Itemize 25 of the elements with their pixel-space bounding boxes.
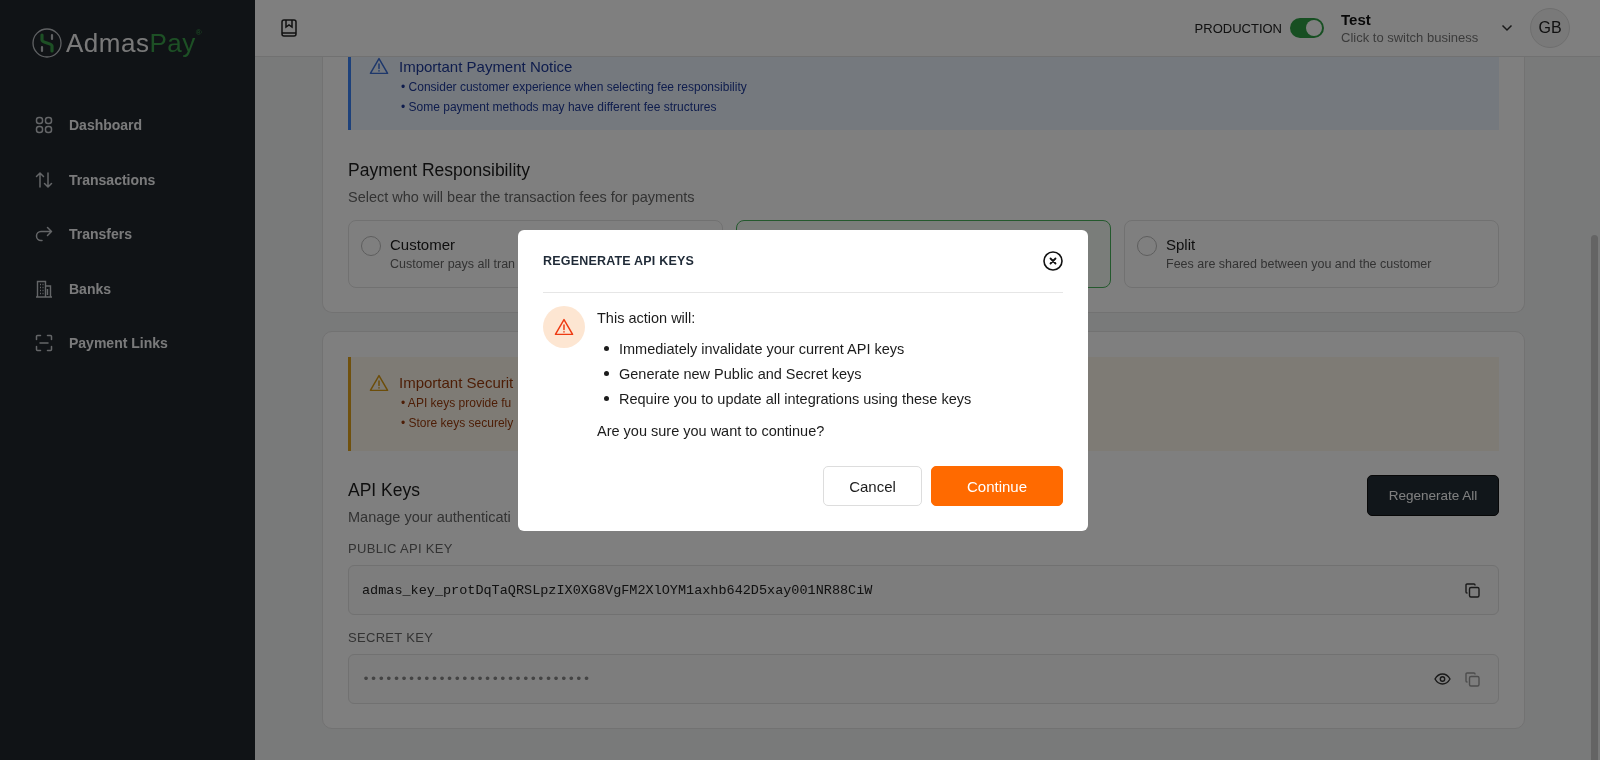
- dialog-title: REGENERATE API KEYS: [543, 254, 695, 268]
- dialog-list-item: Immediately invalidate your current API keys: [619, 340, 905, 357]
- registered-mark: ®: [195, 27, 202, 37]
- option-title: Customer: [390, 235, 457, 254]
- notice-text: • Store keys securely: [400, 415, 514, 432]
- option-title: Split: [1166, 235, 1197, 254]
- notice-title: Important Securit: [399, 373, 514, 393]
- section-subtitle: Select who will bear the transaction fees for payments: [348, 188, 696, 207]
- dialog-list-item: Require you to update all integrations using these keys: [619, 390, 972, 407]
- notice-text: • Consider customer experience when selecting fee responsibility: [400, 79, 747, 96]
- section-subtitle: Manage your authenticati: [348, 508, 511, 527]
- notice-text: • Some payment methods may have different fee structures: [400, 99, 717, 116]
- field-label: SECRET KEY: [348, 630, 435, 646]
- logo-wordmark: AdmasPay: [66, 27, 196, 59]
- notice-text: • API keys provide fu: [400, 395, 512, 412]
- notice-title: Important Payment Notice: [399, 57, 573, 77]
- environment-label: PRODUCTION: [1194, 20, 1282, 36]
- option-description: Fees are shared between you and the customer: [1166, 256, 1432, 273]
- section-title: API Keys: [348, 479, 421, 501]
- dialog-list-item: Generate new Public and Secret keys: [619, 365, 862, 382]
- field-label: PUBLIC API KEY: [348, 541, 454, 557]
- option-description: Customer pays all tran: [390, 256, 516, 273]
- dialog-intro: This action will:: [597, 309, 697, 328]
- section-title: Payment Responsibility: [348, 159, 531, 181]
- dialog-question: Are you sure you want to continue?: [597, 422, 826, 441]
